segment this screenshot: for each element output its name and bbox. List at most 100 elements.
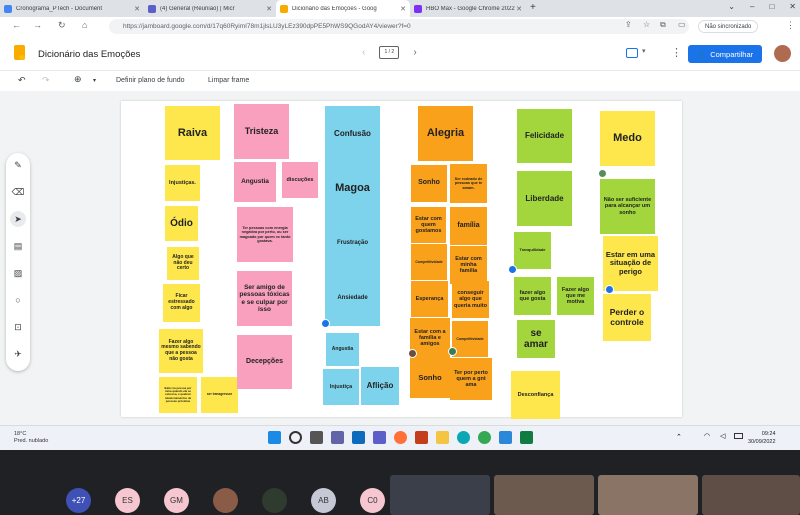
weather-widget[interactable]: 18°C Pred. nublado <box>14 431 48 445</box>
participant-avatar[interactable] <box>262 488 287 513</box>
participant-avatar[interactable]: GM <box>164 488 189 513</box>
participant-avatar[interactable]: +27 <box>66 488 91 513</box>
participant-avatar[interactable] <box>213 488 238 513</box>
sticky-note[interactable]: Injustiças. <box>165 165 200 201</box>
pen-icon[interactable]: ✎ <box>10 157 26 173</box>
close-tab-icon[interactable]: ✕ <box>266 5 272 13</box>
previous-frame-icon[interactable]: ‹ <box>362 47 365 58</box>
home-icon[interactable]: ⌂ <box>82 20 87 30</box>
task-view-icon[interactable] <box>310 431 323 444</box>
forward-button[interactable]: → <box>33 20 42 30</box>
outlook-icon[interactable] <box>352 431 365 444</box>
browser-menu-icon[interactable]: ⋮ <box>786 20 795 31</box>
powerpoint-icon[interactable] <box>415 431 428 444</box>
excel-icon[interactable] <box>520 431 533 444</box>
sticky-note[interactable]: Competitividade <box>411 244 447 280</box>
video-tile[interactable] <box>390 475 490 515</box>
wifi-icon[interactable]: ◠ <box>704 432 710 440</box>
sticky-note[interactable]: Angustia <box>326 333 359 366</box>
browser-tab[interactable]: Dicionário das Emoções - Goog ✕ <box>276 0 410 17</box>
share-page-icon[interactable]: ⇪ <box>625 20 632 29</box>
back-button[interactable]: ← <box>12 20 21 30</box>
minimize-button[interactable]: – <box>750 2 754 11</box>
sticky-note[interactable]: ser transgressor <box>201 377 238 413</box>
sticky-note[interactable]: Aflição <box>361 367 399 405</box>
extensions-icon[interactable]: ⧉ <box>660 20 666 30</box>
avatar[interactable] <box>774 45 791 62</box>
eraser-icon[interactable]: ⌫ <box>10 184 26 200</box>
snipping-tool-icon[interactable] <box>499 431 512 444</box>
sticky-note[interactable]: Magoa <box>325 161 380 216</box>
video-tile[interactable] <box>494 475 594 515</box>
chrome-icon[interactable] <box>478 431 491 444</box>
participant-avatar[interactable]: C0 <box>360 488 385 513</box>
side-panel-icon[interactable]: ▭ <box>678 20 686 29</box>
taskbar-clock[interactable]: 09:24 30/09/2022 <box>748 430 776 446</box>
sticky-note[interactable]: Ser rodeado de pessoas que te amam. <box>450 164 487 203</box>
sticky-note[interactable]: Estar com minha família <box>450 246 487 284</box>
sticky-note[interactable]: Bater na pessoa por raiva quando ela se … <box>159 377 197 413</box>
document-title[interactable]: Dicionário das Emoções <box>38 49 140 60</box>
sticky-note[interactable]: se amar <box>517 320 555 358</box>
volume-icon[interactable]: ◁ <box>720 432 725 440</box>
present-icon[interactable] <box>626 48 638 58</box>
browser-tab[interactable]: (4) General (Reunião) | Micr ✕ <box>144 0 276 17</box>
sticky-note[interactable]: Ser amigo de pessoas tóxicas e se culpar… <box>237 271 292 326</box>
video-tile[interactable] <box>598 475 698 515</box>
sticky-note[interactable]: Ficar estressado com algo <box>163 284 200 322</box>
battery-icon[interactable] <box>734 433 743 439</box>
close-tab-icon[interactable]: ✕ <box>134 5 140 13</box>
chat-icon[interactable] <box>331 431 344 444</box>
firefox-icon[interactable] <box>394 431 407 444</box>
frame-indicator[interactable]: 1 / 2 <box>379 46 400 59</box>
sticky-note[interactable]: discuções <box>282 162 318 198</box>
sticky-note[interactable]: família <box>450 207 487 245</box>
close-window-button[interactable]: ✕ <box>789 2 796 11</box>
select-arrow-icon[interactable]: ➤ <box>10 211 26 227</box>
participant-avatar[interactable]: ES <box>115 488 140 513</box>
sticky-note[interactable]: Ódio <box>165 206 198 241</box>
close-tab-icon[interactable]: ✕ <box>400 5 406 13</box>
sticky-note[interactable]: Alegria <box>418 106 473 161</box>
set-background-button[interactable]: Definir plano de fundo <box>116 77 185 84</box>
sticky-note[interactable]: Não ser suficiente para alcançar um sonh… <box>600 179 655 234</box>
share-button[interactable]: 👤 Compartilhar <box>688 45 762 63</box>
sticky-note[interactable]: Ansiedade <box>325 271 380 326</box>
chevron-down-icon[interactable]: ⌄ <box>728 2 735 11</box>
more-options-icon[interactable]: ⋮ <box>671 46 682 59</box>
sticky-note[interactable]: Ter pessoas com energia negativa por per… <box>237 207 293 262</box>
chevron-down-icon[interactable]: ▾ <box>642 47 646 55</box>
sticky-note[interactable]: Algo que não deu certo <box>167 247 199 280</box>
sticky-note[interactable]: Tranquilidade <box>514 232 551 269</box>
sticky-note[interactable]: Medo <box>600 111 655 166</box>
sticky-note[interactable]: Frustração <box>325 216 380 271</box>
sticky-note[interactable]: Fazer algo mesmo sabendo que a pessoa nã… <box>159 329 203 373</box>
sync-status-button[interactable]: Não sincronizado <box>698 20 759 33</box>
sticky-note[interactable]: Angustia <box>234 162 276 202</box>
video-tile[interactable] <box>702 475 800 515</box>
sticky-note[interactable]: Raiva <box>165 106 220 160</box>
file-explorer-icon[interactable] <box>436 431 449 444</box>
sticky-note[interactable]: conseguir algo que queria muito <box>452 281 489 318</box>
image-icon[interactable]: ▨ <box>10 265 26 281</box>
sticky-note[interactable]: Felicidade <box>517 109 572 163</box>
windows-start-icon[interactable] <box>268 431 281 444</box>
sticky-note[interactable]: Liberdade <box>517 171 572 226</box>
sticky-note[interactable]: fazer algo que gosta <box>514 277 551 315</box>
redo-icon[interactable]: ↷ <box>42 75 50 86</box>
sticky-note[interactable]: Esperança <box>411 281 448 317</box>
sticky-note[interactable]: Perder o controle <box>603 294 651 341</box>
sticky-note[interactable]: Confusão <box>325 106 380 161</box>
teams-icon[interactable] <box>373 431 386 444</box>
new-tab-button[interactable]: + <box>530 2 536 13</box>
browser-tab[interactable]: Cronograma_PTech - Document ✕ <box>0 0 144 17</box>
close-tab-icon[interactable]: ✕ <box>516 5 522 13</box>
tray-up-icon[interactable]: ⌃ <box>676 433 682 441</box>
text-box-icon[interactable]: ⊡ <box>10 319 26 335</box>
jam-frame[interactable]: Raiva Injustiças. Ódio Algo que não deu cer… <box>121 101 682 419</box>
sticky-note-icon[interactable]: ▤ <box>10 238 26 254</box>
sticky-note[interactable]: Competitividade <box>452 321 488 357</box>
browser-tab[interactable]: HBO Max - Google Chrome 2022 ✕ <box>410 0 526 17</box>
sticky-note[interactable]: Decepções <box>237 335 292 389</box>
sticky-note[interactable]: Ter por perto quem a gnt ama <box>450 358 492 400</box>
